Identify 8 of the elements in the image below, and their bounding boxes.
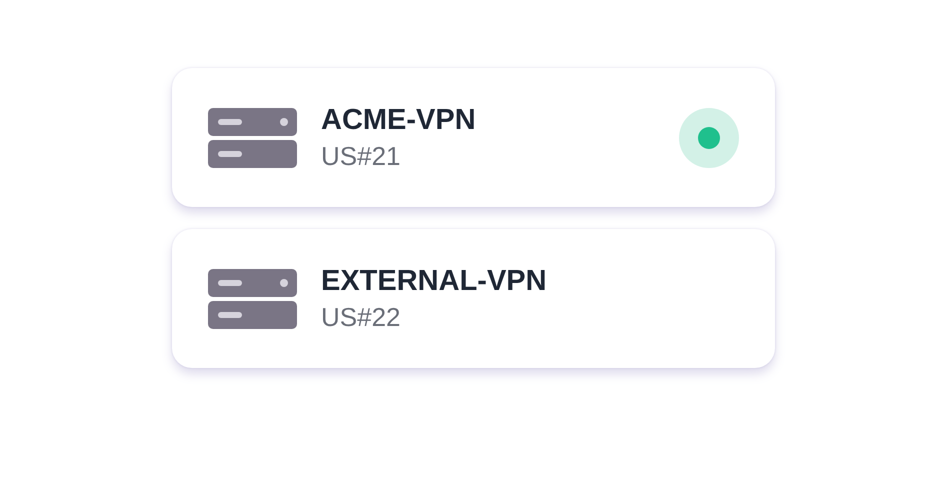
server-name: EXTERNAL-VPN	[321, 264, 548, 298]
server-card[interactable]: ACME-VPN US#21	[172, 68, 775, 207]
server-icon	[208, 108, 297, 168]
server-icon	[208, 268, 297, 328]
server-name: ACME-VPN	[321, 104, 477, 136]
server-location: US#21	[321, 140, 402, 172]
server-card[interactable]: EXTERNAL-VPN US#22	[172, 229, 775, 368]
server-location: US#22	[321, 302, 402, 332]
